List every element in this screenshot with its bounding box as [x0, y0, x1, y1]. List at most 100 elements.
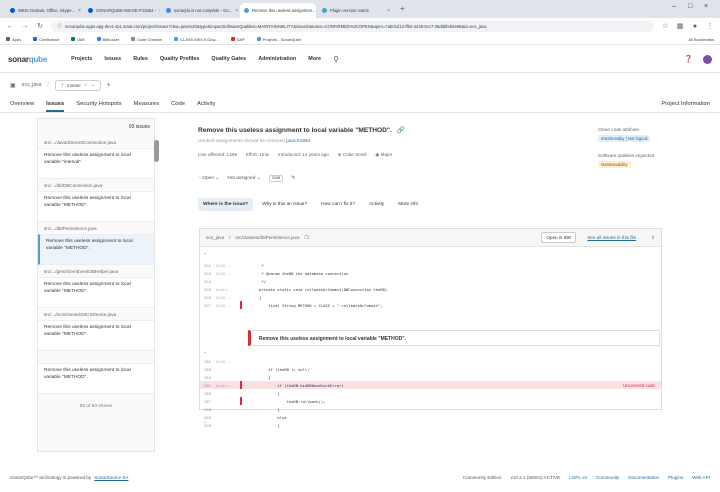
tab-overview[interactable]: Overview [10, 101, 34, 112]
bookmark-item[interactable]: Confluence [33, 37, 59, 42]
extensions-icon[interactable]: ▦ [676, 22, 684, 30]
add-icon[interactable]: + [107, 82, 111, 89]
bookmark-item[interactable]: Apps [6, 37, 21, 42]
close-icon[interactable]: × [159, 8, 160, 14]
bookmark-item[interactable]: CLASS MES 5 Dow... [174, 37, 219, 42]
tag-badge[interactable]: cwe [268, 175, 284, 182]
status-dropdown[interactable]: ○ Open ⌄ [198, 176, 219, 181]
nav-issues[interactable]: Issues [104, 56, 121, 62]
footer-link-4[interactable]: Documentation [628, 475, 659, 480]
new-tab-icon[interactable]: + [400, 4, 405, 13]
line-number[interactable]: 287 [200, 399, 214, 404]
minimize-icon[interactable]: – [672, 3, 676, 10]
help-icon[interactable]: ❓ [684, 55, 693, 63]
expand-gap-icon[interactable]: ⌄ [203, 349, 207, 355]
line-number[interactable]: 263 [200, 271, 214, 276]
search-icon[interactable]: ⚲ [333, 55, 339, 64]
line-number[interactable]: 288 [200, 407, 214, 412]
line-number[interactable]: 262 [200, 263, 214, 268]
footer-link-2[interactable]: LGPL v3 [569, 475, 587, 480]
sidebar-issue-item[interactable]: Remove this useless assignment to local … [38, 277, 154, 308]
nav-administration[interactable]: Administration [258, 56, 296, 62]
sidebar-issue-item[interactable]: Remove this useless assignment to local … [38, 148, 154, 179]
tab-label: SONARQUBE-IMAGE-P12654 - [96, 8, 157, 13]
browser-tab[interactable]: Remove this useless assignmen...× [240, 3, 316, 18]
forward-icon[interactable]: → [21, 23, 29, 30]
copy-icon[interactable]: ❐ [305, 235, 309, 241]
line-number[interactable]: 265 [200, 287, 214, 292]
line-number[interactable]: 284 [200, 375, 214, 380]
line-number[interactable]: 266 [200, 295, 214, 300]
issue-tab-1[interactable]: Why is this an issue? [257, 198, 312, 211]
tab-measures[interactable]: Measures [134, 101, 159, 112]
tab-code[interactable]: Code [171, 101, 185, 112]
close-icon[interactable]: × [235, 8, 238, 14]
expand-icon[interactable]: ⇕ [651, 235, 655, 241]
bookmark-item[interactable]: Code Checkin [130, 37, 162, 42]
nav-quality-profiles[interactable]: Quality Profiles [160, 56, 200, 62]
maximize-icon[interactable]: □ [688, 3, 692, 10]
assignee-dropdown[interactable]: Not assigned ⌄ [227, 176, 260, 181]
close-window-icon[interactable]: × [704, 3, 708, 10]
sonarqube-logo[interactable]: sonarqube [8, 55, 47, 64]
sidebar-scrollbar[interactable] [154, 140, 159, 162]
sidebar-issue-item[interactable]: Remove this useless assignment to local … [38, 320, 154, 351]
issue-tab-2[interactable]: How can I fix it? [316, 198, 360, 211]
nav-quality-gates[interactable]: Quality Gates [211, 56, 246, 62]
line-number[interactable]: 286 [200, 391, 214, 396]
line-number[interactable]: 289 [200, 415, 214, 420]
nav-more[interactable]: More [308, 56, 321, 62]
line-number[interactable]: 282 [200, 359, 214, 364]
browser-tab[interactable]: WEKI Outlook, Office, Skype... × [6, 3, 82, 18]
edit-tags-icon[interactable]: ✎ [291, 176, 295, 181]
project-name[interactable]: ecs_java [22, 82, 42, 88]
nav-projects[interactable]: Projects [71, 56, 92, 62]
line-number[interactable]: 285 [200, 383, 214, 388]
see-all-issues-link[interactable]: See all issues in this file [587, 235, 636, 240]
sidebar-issue-item[interactable]: Remove this useless assignment to local … [38, 363, 154, 394]
tab-activity[interactable]: Activity [197, 101, 215, 112]
profile-icon[interactable]: ● [691, 23, 699, 30]
footer-link-6[interactable]: Web API [692, 475, 710, 480]
all-bookmarks[interactable]: All Bookmarks [688, 37, 714, 42]
branch-selector[interactable]: ᛉ master ✓ ⌄ [55, 79, 101, 91]
bookmark-icon [230, 37, 235, 41]
bookmark-star-icon[interactable]: ☆ [661, 22, 669, 30]
bookmark-item[interactable]: Bitbucket [96, 37, 119, 42]
line-number[interactable]: 267 [200, 303, 214, 308]
line-number[interactable]: 290 [200, 423, 214, 428]
bookmark-item[interactable]: IAM [71, 37, 85, 42]
bookmark-item[interactable]: Projects - SonarQube [256, 37, 301, 42]
reload-icon[interactable]: ↻ [36, 22, 44, 30]
expand-up-icon[interactable]: ⌄ [203, 250, 207, 256]
bookmark-item[interactable]: SAP [230, 37, 245, 42]
sidebar-issue-item[interactable]: Remove this useless assignment to local … [38, 191, 154, 222]
tab-issues[interactable]: Issues [46, 101, 65, 112]
menu-icon[interactable]: ⋮ [706, 22, 714, 30]
link-icon[interactable]: 🔗 [397, 127, 405, 134]
line-number[interactable]: 264 [200, 279, 214, 284]
footer-link-3[interactable]: Community [596, 475, 619, 480]
site-info-icon[interactable]: ⓘ [57, 23, 61, 29]
close-icon[interactable]: × [78, 8, 81, 14]
close-icon[interactable]: × [387, 8, 390, 14]
open-in-ide-button[interactable]: Open in IDE [541, 232, 577, 243]
sonarsource-link[interactable]: SonarSource SA [94, 475, 128, 480]
issue-tab-4[interactable]: More info [393, 198, 423, 211]
browser-tab[interactable]: Plugin version matrix × [318, 3, 394, 18]
back-icon[interactable]: ← [6, 23, 14, 30]
issue-tab-0[interactable]: Where is the issue? [198, 198, 254, 211]
project-information-link[interactable]: Project Information [661, 101, 710, 112]
avatar[interactable] [703, 54, 712, 64]
browser-tab[interactable]: sonarjdo is not complete - Go... × [162, 3, 238, 18]
tab-security-hotspots[interactable]: Security Hotspots [76, 101, 121, 112]
issue-rule: Unused assignments should be removed jav… [198, 139, 310, 144]
issue-tab-3[interactable]: Activity [364, 198, 389, 211]
sidebar-issue-item[interactable]: Remove this useless assignment to local … [38, 234, 154, 265]
browser-tab[interactable]: SONARQUBE-IMAGE-P12654 -× [84, 3, 160, 18]
footer-link-5[interactable]: Plugins [668, 475, 683, 480]
nav-rules[interactable]: Rules [133, 56, 148, 62]
rule-key-link[interactable]: java:S1854 [286, 139, 310, 144]
line-number[interactable]: 283 [200, 367, 214, 372]
url-input[interactable]: ⓘ sonarqube.apps.apg-dev1-sp1.amat.com/p… [51, 20, 654, 32]
